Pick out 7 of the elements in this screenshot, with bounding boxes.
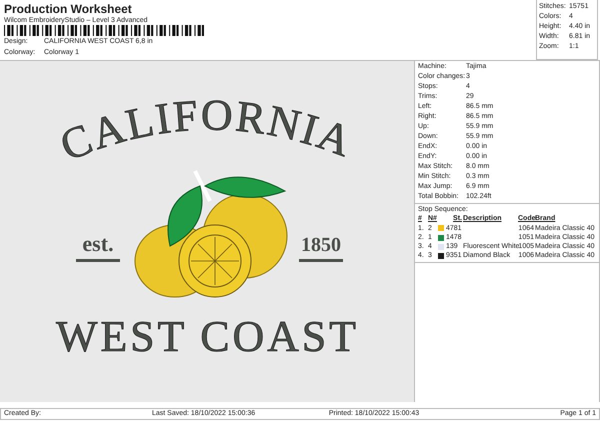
design-text: WEST COAST	[56, 312, 356, 361]
underline-bar	[299, 259, 343, 262]
worksheet-title: Production Worksheet	[4, 2, 133, 16]
design-text: est.	[82, 231, 114, 256]
underline-bar	[76, 259, 120, 262]
design-text: 1850	[301, 234, 341, 256]
arched-design-text: CALIFORNIA	[53, 90, 360, 171]
